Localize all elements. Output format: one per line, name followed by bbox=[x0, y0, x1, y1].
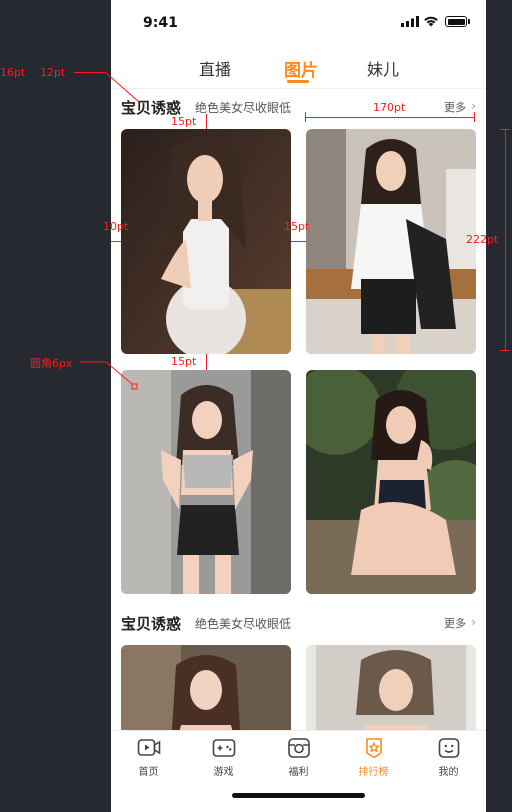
bottom-tab-bar: 首页 游戏 福利 排行榜 我的 bbox=[111, 730, 486, 812]
tabbar-label: 首页 bbox=[138, 767, 159, 778]
section-title: 宝贝诱惑 bbox=[121, 615, 182, 633]
annotation-title-gap: 15pt bbox=[171, 115, 197, 128]
annotation-line bbox=[500, 129, 510, 130]
annotation-line bbox=[74, 72, 106, 73]
annotation-line bbox=[500, 350, 510, 351]
annotation-line bbox=[505, 129, 506, 351]
wifi-icon bbox=[424, 16, 438, 27]
photo-card[interactable] bbox=[306, 129, 476, 354]
photo-card[interactable] bbox=[306, 370, 476, 594]
gamepad-icon bbox=[212, 739, 235, 757]
cellular-signal-icon bbox=[401, 16, 419, 27]
tabbar-label: 游戏 bbox=[213, 767, 234, 778]
photo-image bbox=[306, 129, 476, 354]
chevron-right-icon[interactable]: › bbox=[471, 615, 476, 629]
tab-live[interactable]: 直播 bbox=[199, 56, 231, 80]
section-header: 宝贝诱惑 绝色美女尽收眼低 更多 › bbox=[121, 613, 476, 633]
annotation-side-padding: 10pt bbox=[103, 220, 129, 233]
section-subtitle: 绝色美女尽收眼低 bbox=[195, 617, 292, 631]
tabbar-item-home[interactable]: 首页 bbox=[111, 737, 186, 778]
tabbar-label: 福利 bbox=[288, 767, 309, 778]
photo-image bbox=[306, 370, 476, 594]
status-bar: 9:41 bbox=[111, 0, 486, 44]
active-tab-indicator bbox=[287, 80, 309, 83]
photo-image bbox=[121, 129, 291, 354]
tabbar-item-welfare[interactable]: 福利 bbox=[261, 737, 336, 778]
phone-screen: 9:41 直播 图片 妹儿 宝贝诱惑 绝色美女尽收眼低 更多 › 宝贝诱惑 绝色… bbox=[111, 0, 486, 812]
annotation-line bbox=[291, 241, 306, 242]
tabbar-item-mine[interactable]: 我的 bbox=[411, 737, 486, 778]
top-tabs: 直播 图片 妹儿 bbox=[111, 48, 486, 88]
status-time: 9:41 bbox=[143, 15, 178, 31]
tabs-divider bbox=[111, 88, 486, 89]
chevron-right-icon[interactable]: › bbox=[471, 99, 476, 113]
photo-card[interactable] bbox=[121, 370, 291, 594]
home-indicator[interactable] bbox=[232, 793, 365, 798]
profile-icon bbox=[438, 738, 459, 758]
section-header: 宝贝诱惑 绝色美女尽收眼低 更多 › bbox=[121, 97, 476, 117]
annotation-margin-left: 16pt bbox=[0, 66, 26, 79]
more-link[interactable]: 更多 bbox=[444, 99, 466, 115]
annotation-leader bbox=[80, 361, 138, 390]
battery-icon bbox=[445, 16, 467, 27]
annotation-margin-top: 12pt bbox=[40, 66, 66, 79]
tabbar-item-ranking[interactable]: 排行榜 bbox=[336, 737, 411, 778]
more-link[interactable]: 更多 bbox=[444, 615, 466, 631]
annotation-line bbox=[305, 112, 306, 122]
photo-image bbox=[121, 370, 291, 594]
tab-girls[interactable]: 妹儿 bbox=[367, 56, 399, 80]
annotation-corner-radius: 圆角6px bbox=[30, 357, 73, 370]
annotation-line bbox=[111, 241, 121, 242]
tabbar-item-games[interactable]: 游戏 bbox=[186, 737, 261, 778]
section-subtitle: 绝色美女尽收眼低 bbox=[195, 101, 292, 115]
annotation-line bbox=[206, 114, 207, 129]
ranking-icon bbox=[365, 738, 382, 759]
gift-icon bbox=[287, 738, 310, 758]
tabbar-label: 排行榜 bbox=[358, 767, 389, 778]
annotation-row-gap: 15pt bbox=[171, 355, 197, 368]
photo-card[interactable] bbox=[121, 129, 291, 354]
tab-pictures[interactable]: 图片 bbox=[284, 56, 318, 81]
battery-tip bbox=[468, 19, 470, 24]
annotation-leader bbox=[105, 72, 140, 103]
video-icon bbox=[137, 739, 160, 756]
annotation-column-gap: 15pt bbox=[284, 220, 310, 233]
annotation-line bbox=[474, 112, 475, 122]
annotation-line bbox=[206, 354, 207, 370]
annotation-card-height: 222pt bbox=[466, 233, 499, 246]
annotation-line bbox=[305, 117, 475, 118]
tabbar-label: 我的 bbox=[438, 767, 459, 778]
annotation-card-width: 170pt bbox=[373, 101, 406, 114]
